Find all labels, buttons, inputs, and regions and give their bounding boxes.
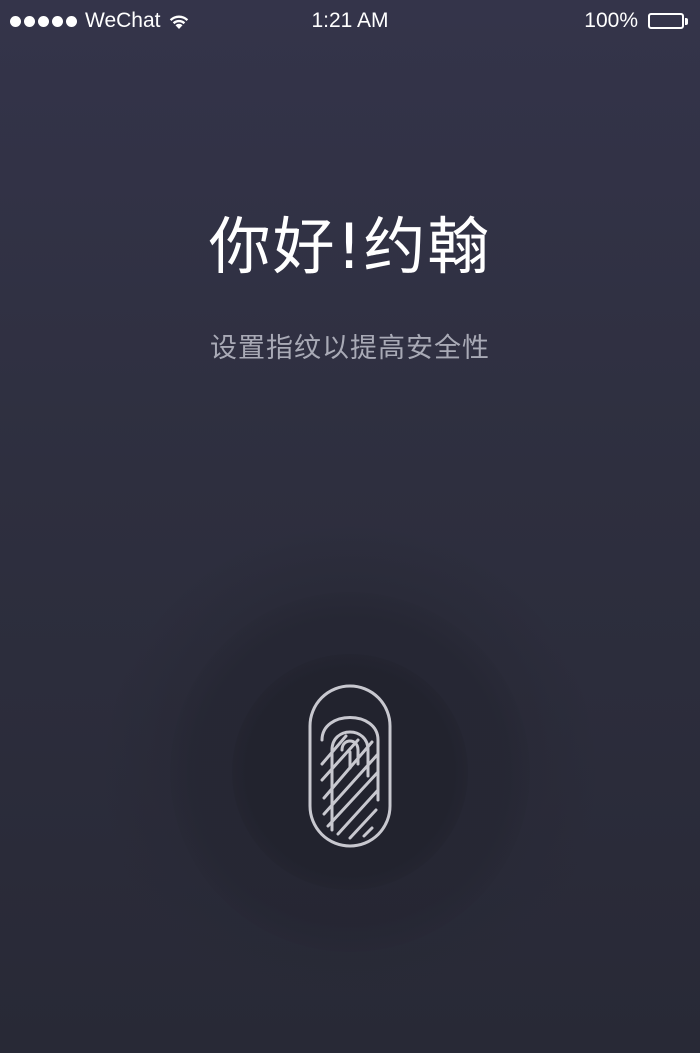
status-bar: WeChat 1:21 AM 100% — [0, 0, 700, 42]
greeting-title: 你好!约翰 — [208, 210, 492, 283]
fingerprint-setup-screen: WeChat 1:21 AM 100% 你好!约翰 设置指纹以提高安全性 — [0, 0, 700, 1053]
fingerprint-rings — [0, 0, 700, 1053]
fingerprint-icon[interactable] — [302, 680, 398, 852]
status-right: 100% — [584, 9, 690, 33]
battery-percentage: 100% — [584, 9, 638, 32]
subtitle: 设置指纹以提高安全性 — [210, 333, 490, 364]
battery-icon — [648, 12, 690, 30]
